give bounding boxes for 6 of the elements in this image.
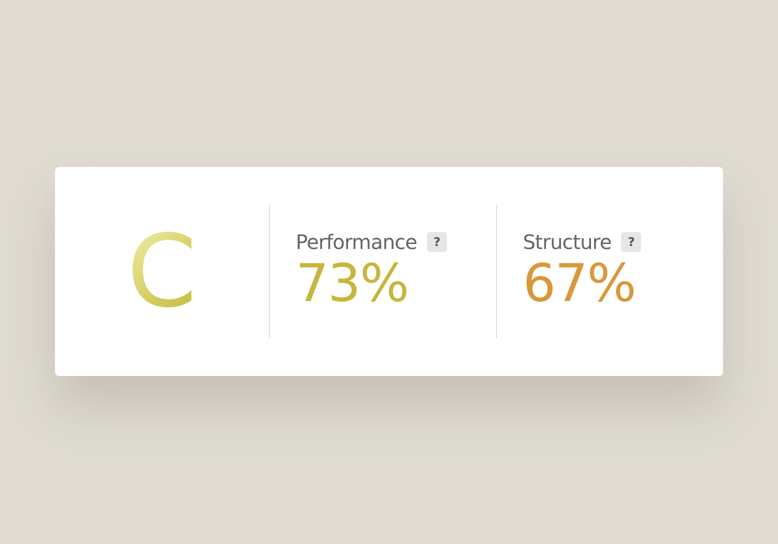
metric-value: 67%	[522, 256, 636, 314]
help-badge[interactable]: ?	[621, 232, 642, 252]
metric-label: Structure	[522, 230, 612, 254]
help-badge[interactable]: ?	[426, 232, 447, 252]
metric-label: Performance	[296, 230, 417, 254]
metric-value: 73%	[296, 256, 410, 314]
